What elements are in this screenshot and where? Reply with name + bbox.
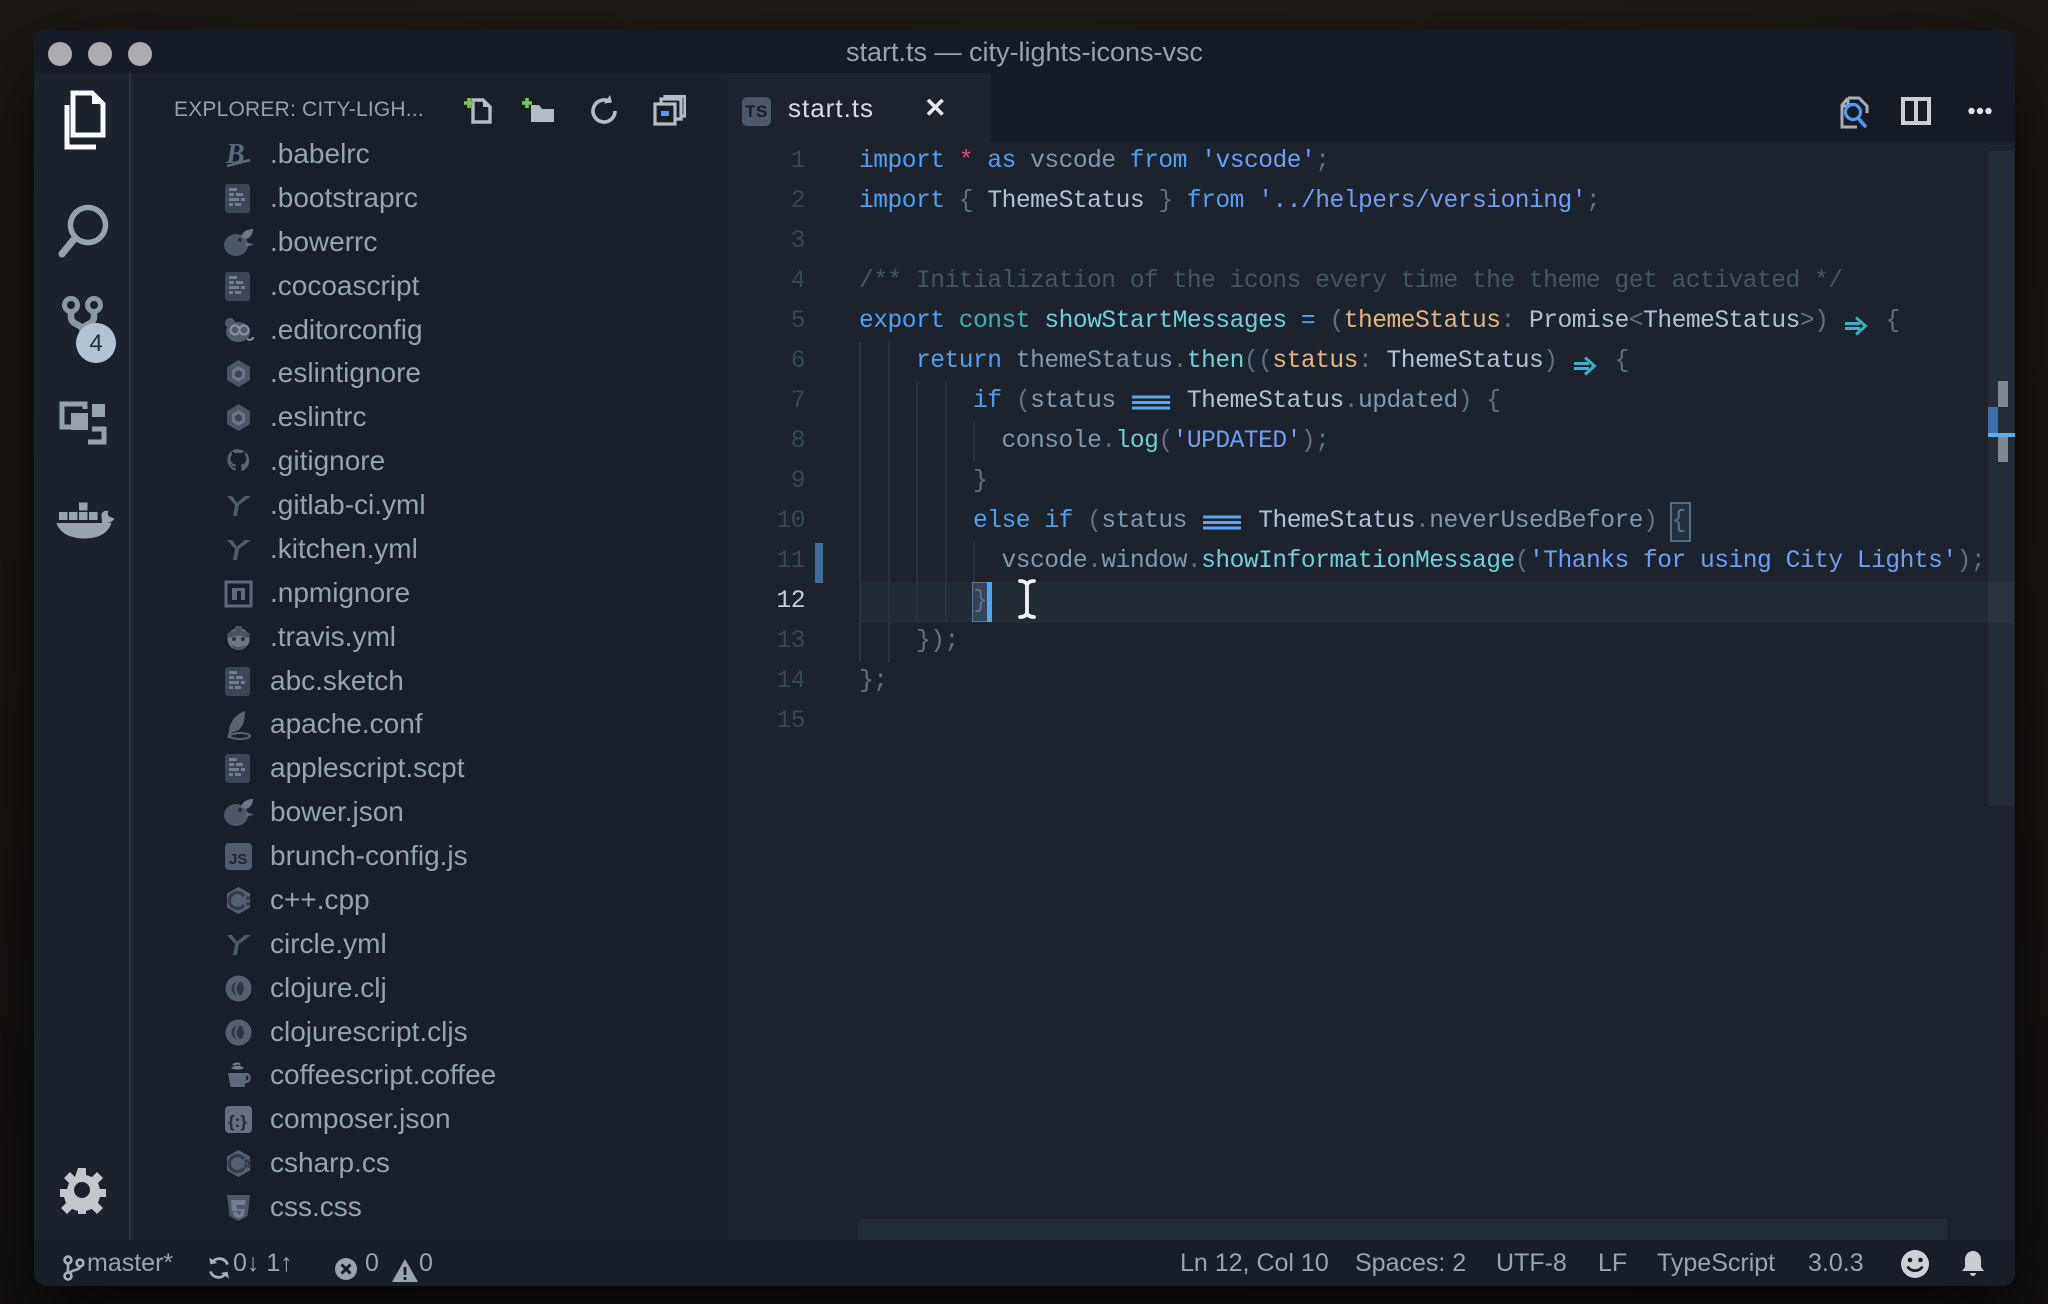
svg-text:JS: JS bbox=[229, 851, 247, 868]
svg-text:{:}: {:} bbox=[228, 1112, 247, 1131]
